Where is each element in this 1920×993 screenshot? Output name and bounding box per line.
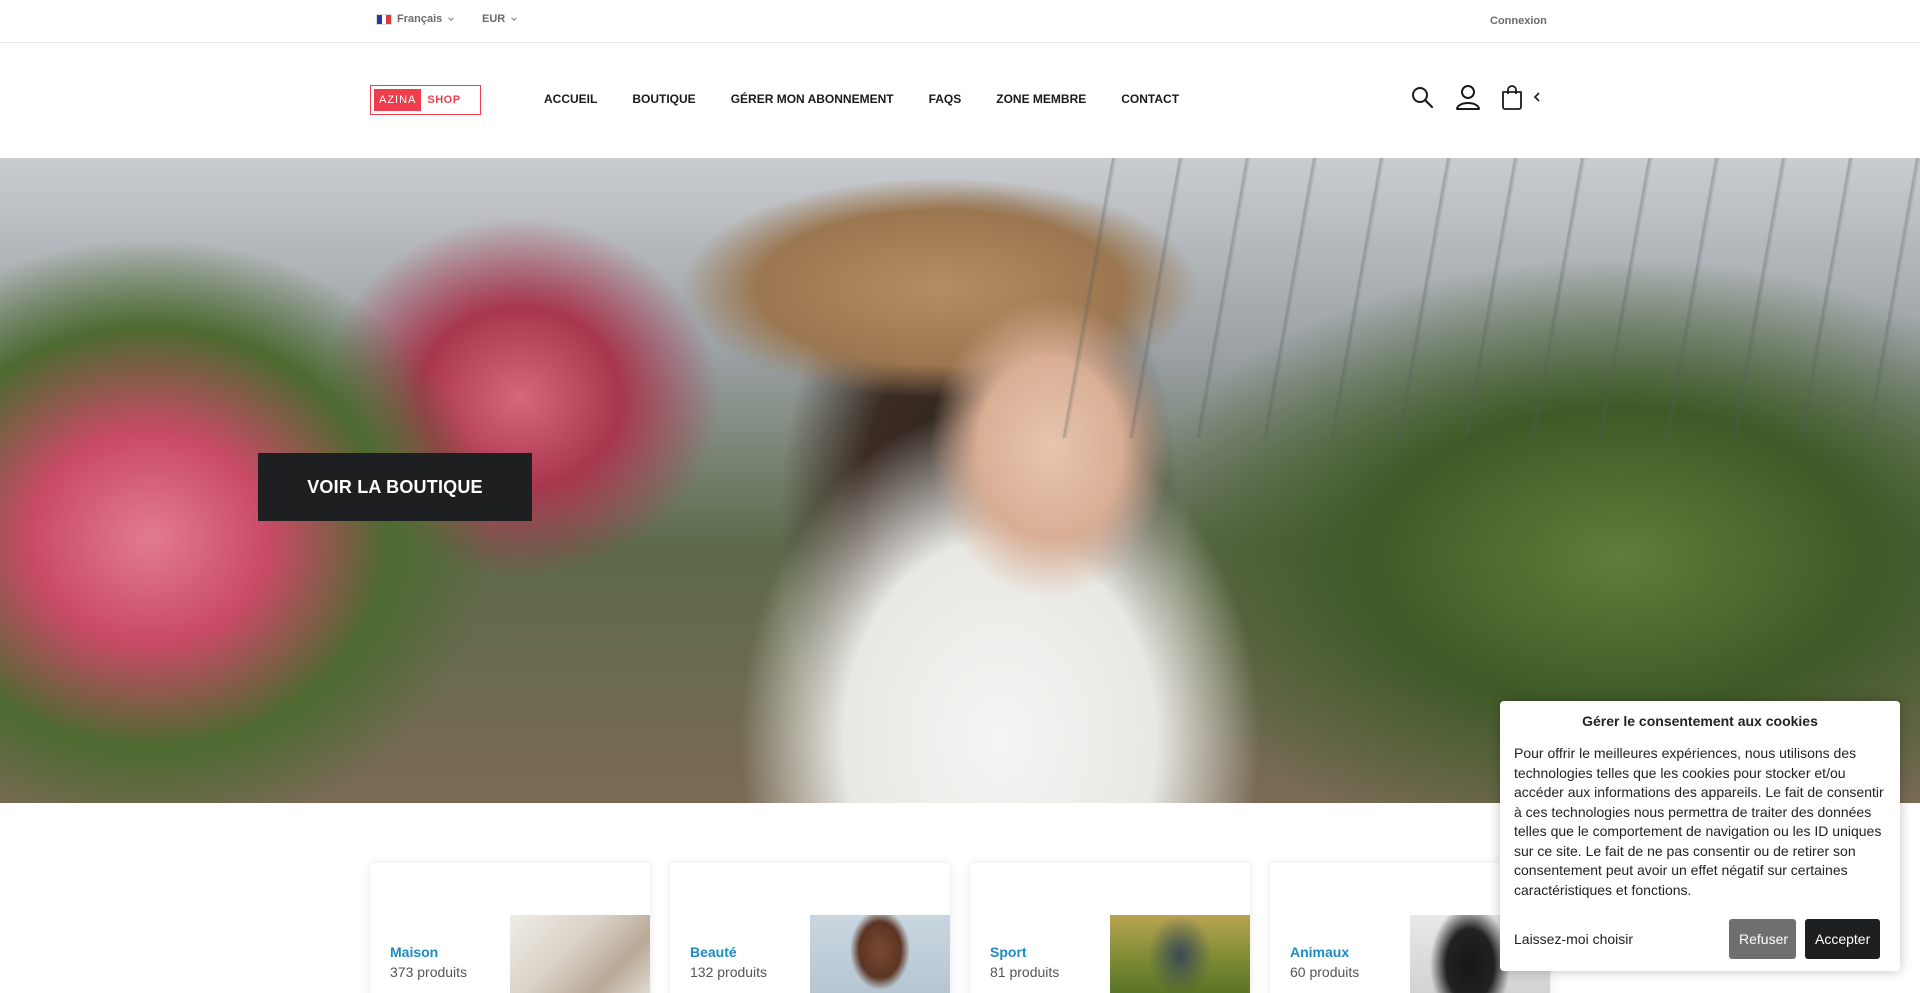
cookie-accept-button[interactable]: Accepter: [1805, 919, 1880, 959]
nav-item-accueil[interactable]: ACCUEIL: [544, 92, 597, 106]
bag-icon: [1502, 85, 1522, 110]
category-image[interactable]: [810, 915, 950, 993]
chevron-down-icon: [448, 17, 454, 21]
category-count: 60 produits: [1290, 964, 1360, 980]
cookie-refuse-button[interactable]: Refuser: [1729, 919, 1796, 959]
category-image[interactable]: [510, 915, 650, 993]
category-cards: Maison 373 produits Beauté 132 produits …: [370, 863, 1550, 993]
cookie-consent-panel: Gérer le consentement aux cookies Pour o…: [1500, 701, 1900, 971]
cookie-actions: Laissez-moi choisir Refuser Accepter: [1514, 919, 1880, 959]
category-name[interactable]: Animaux: [1290, 944, 1349, 960]
chevron-left-icon: [1533, 92, 1540, 102]
currency-label: EUR: [482, 13, 506, 25]
category-card-sport[interactable]: Sport 81 produits: [970, 863, 1250, 993]
account-button[interactable]: [1454, 83, 1482, 111]
category-name[interactable]: Beauté: [690, 944, 737, 960]
header-icons: [1408, 83, 1544, 111]
main-nav: ACCUEIL BOUTIQUE GÉRER MON ABONNEMENT FA…: [544, 92, 1214, 106]
cookie-title: Gérer le consentement aux cookies: [1582, 713, 1818, 729]
top-bar: Français EUR Connexion: [0, 0, 1920, 43]
search-button[interactable]: [1408, 83, 1436, 111]
site-header: AZINA SHOP ACCUEIL BOUTIQUE GÉRER MON AB…: [0, 43, 1920, 158]
nav-item-zone-membre[interactable]: ZONE MEMBRE: [996, 92, 1086, 106]
language-selector[interactable]: Français: [376, 13, 455, 25]
cookie-text: Pour offrir le meilleures expériences, n…: [1514, 745, 1884, 898]
logo-part-2: SHOP: [427, 94, 461, 106]
nav-item-abonnement[interactable]: GÉRER MON ABONNEMENT: [731, 92, 894, 106]
category-count: 373 produits: [390, 964, 468, 980]
cookie-preferences-link[interactable]: Laissez-moi choisir: [1514, 931, 1729, 947]
category-name[interactable]: Sport: [990, 944, 1027, 960]
logo-part-1: AZINA: [374, 89, 422, 111]
category-name[interactable]: Maison: [390, 944, 438, 960]
search-icon: [1412, 87, 1434, 109]
nav-item-faqs[interactable]: FAQS: [929, 92, 962, 106]
language-label: Français: [397, 13, 443, 25]
category-count: 132 produits: [690, 964, 768, 980]
user-icon: [1456, 85, 1480, 110]
nav-item-boutique[interactable]: BOUTIQUE: [632, 92, 695, 106]
chevron-down-icon: [511, 17, 517, 21]
login-link[interactable]: Connexion: [1490, 15, 1547, 27]
cart-button[interactable]: [1498, 83, 1526, 111]
shop-now-button[interactable]: VOIR LA BOUTIQUE: [258, 453, 532, 521]
hero-background-image: [1050, 158, 1920, 438]
france-flag-icon: [376, 13, 392, 25]
category-image[interactable]: [1110, 915, 1250, 993]
category-count: 81 produits: [990, 964, 1060, 980]
mini-cart-toggle[interactable]: [1530, 83, 1544, 111]
category-card-beaute[interactable]: Beauté 132 produits: [670, 863, 950, 993]
nav-item-contact[interactable]: CONTACT: [1121, 92, 1179, 106]
site-logo[interactable]: AZINA SHOP: [370, 85, 481, 115]
currency-selector[interactable]: EUR: [482, 13, 518, 25]
category-card-maison[interactable]: Maison 373 produits: [370, 863, 650, 993]
